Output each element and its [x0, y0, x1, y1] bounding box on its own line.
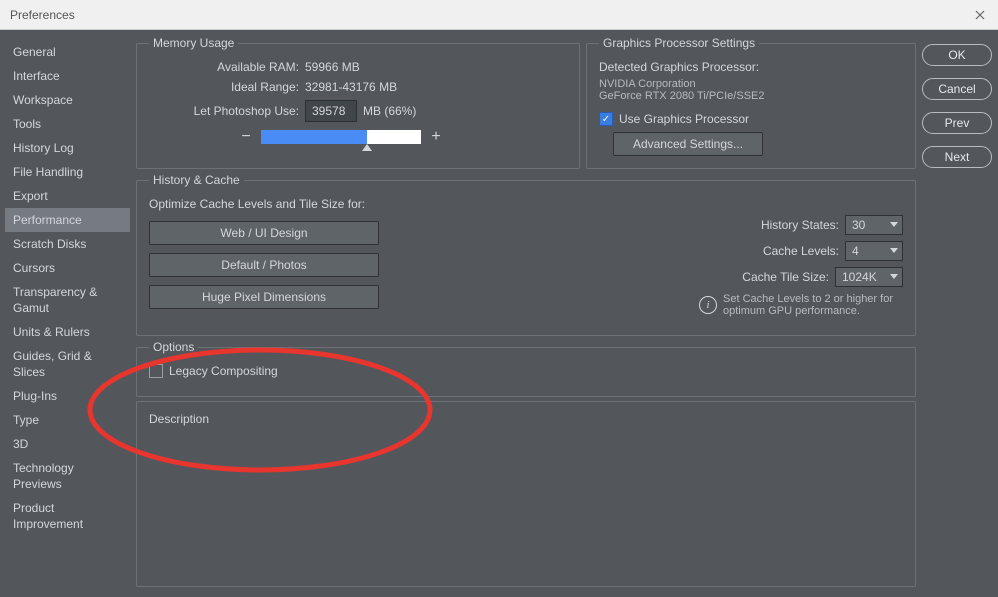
history-cache-group: History & Cache Optimize Cache Levels an… — [136, 173, 916, 336]
sidebar-item-tools[interactable]: Tools — [5, 112, 130, 136]
cache-levels-select[interactable]: 4 — [845, 241, 903, 261]
use-gpu-label: Use Graphics Processor — [619, 112, 749, 126]
sidebar-item-product-improvement[interactable]: Product Improvement — [5, 496, 130, 536]
preferences-window: Preferences General Interface Workspace … — [0, 0, 998, 597]
dialog-body: General Interface Workspace Tools Histor… — [0, 30, 998, 597]
let-use-label: Let Photoshop Use: — [149, 104, 299, 118]
main-panel: Memory Usage Available RAM: 59966 MB Idea… — [130, 30, 998, 597]
slider-handle-icon[interactable] — [362, 144, 372, 151]
memory-suffix: MB (66%) — [363, 104, 416, 118]
history-states-label: History States: — [761, 218, 839, 232]
use-gpu-checkbox[interactable]: ✓ — [599, 112, 613, 126]
settings-panels: Memory Usage Available RAM: 59966 MB Idea… — [136, 36, 916, 587]
titlebar: Preferences — [0, 0, 998, 30]
description-legend: Description — [149, 412, 209, 426]
gpu-group: Graphics Processor Settings Detected Gra… — [586, 36, 916, 169]
sidebar-item-3d[interactable]: 3D — [5, 432, 130, 456]
description-group: Description — [136, 401, 916, 587]
sidebar-item-plugins[interactable]: Plug-Ins — [5, 384, 130, 408]
cancel-button[interactable]: Cancel — [922, 78, 992, 100]
minus-icon[interactable]: − — [239, 128, 253, 146]
sidebar-item-scratch-disks[interactable]: Scratch Disks — [5, 232, 130, 256]
prev-button[interactable]: Prev — [922, 112, 992, 134]
options-legend: Options — [149, 340, 198, 354]
next-button[interactable]: Next — [922, 146, 992, 168]
sidebar-item-tech-previews[interactable]: Technology Previews — [5, 456, 130, 496]
web-design-button[interactable]: Web / UI Design — [149, 221, 379, 245]
category-sidebar: General Interface Workspace Tools Histor… — [0, 30, 130, 597]
history-legend: History & Cache — [149, 173, 244, 187]
window-title: Preferences — [10, 8, 75, 22]
slider-fill — [261, 130, 367, 144]
close-icon[interactable] — [972, 7, 988, 23]
sidebar-item-cursors[interactable]: Cursors — [5, 256, 130, 280]
chevron-down-icon — [890, 274, 898, 279]
chevron-down-icon — [890, 222, 898, 227]
dialog-buttons: OK Cancel Prev Next — [922, 36, 992, 587]
cache-hint: Set Cache Levels to 2 or higher for opti… — [723, 293, 903, 317]
ideal-range-value: 32981-43176 MB — [305, 80, 397, 94]
gpu-legend: Graphics Processor Settings — [599, 36, 759, 50]
default-photos-button[interactable]: Default / Photos — [149, 253, 379, 277]
legacy-compositing-checkbox[interactable] — [149, 364, 163, 378]
memory-legend: Memory Usage — [149, 36, 238, 50]
plus-icon[interactable]: + — [429, 128, 443, 146]
memory-input[interactable] — [305, 100, 357, 122]
advanced-settings-button[interactable]: Advanced Settings... — [613, 132, 763, 156]
ok-button[interactable]: OK — [922, 44, 992, 66]
ideal-range-label: Ideal Range: — [149, 80, 299, 94]
gpu-model: GeForce RTX 2080 Ti/PCIe/SSE2 — [599, 90, 903, 102]
legacy-compositing-label: Legacy Compositing — [169, 364, 278, 378]
sidebar-item-file-handling[interactable]: File Handling — [5, 160, 130, 184]
huge-pixel-button[interactable]: Huge Pixel Dimensions — [149, 285, 379, 309]
detected-gpu-label: Detected Graphics Processor: — [599, 60, 903, 74]
history-states-select[interactable]: 30 — [845, 215, 903, 235]
cache-tile-select[interactable]: 1024K — [835, 267, 903, 287]
sidebar-item-guides-grid[interactable]: Guides, Grid & Slices — [5, 344, 130, 384]
optimize-label: Optimize Cache Levels and Tile Size for: — [149, 197, 379, 211]
memory-slider[interactable] — [261, 130, 421, 144]
sidebar-item-units-rulers[interactable]: Units & Rulers — [5, 320, 130, 344]
info-icon: i — [699, 296, 717, 314]
sidebar-item-type[interactable]: Type — [5, 408, 130, 432]
sidebar-item-history-log[interactable]: History Log — [5, 136, 130, 160]
memory-usage-group: Memory Usage Available RAM: 59966 MB Idea… — [136, 36, 580, 169]
options-group: Options Legacy Compositing — [136, 340, 916, 397]
sidebar-item-interface[interactable]: Interface — [5, 64, 130, 88]
gpu-vendor: NVIDIA Corporation — [599, 78, 903, 90]
sidebar-item-workspace[interactable]: Workspace — [5, 88, 130, 112]
available-ram-label: Available RAM: — [149, 60, 299, 74]
sidebar-item-performance[interactable]: Performance — [5, 208, 130, 232]
chevron-down-icon — [890, 248, 898, 253]
sidebar-item-general[interactable]: General — [5, 40, 130, 64]
available-ram-value: 59966 MB — [305, 60, 360, 74]
sidebar-item-transparency[interactable]: Transparency & Gamut — [5, 280, 130, 320]
cache-levels-label: Cache Levels: — [763, 244, 839, 258]
sidebar-item-export[interactable]: Export — [5, 184, 130, 208]
cache-tile-label: Cache Tile Size: — [742, 270, 829, 284]
